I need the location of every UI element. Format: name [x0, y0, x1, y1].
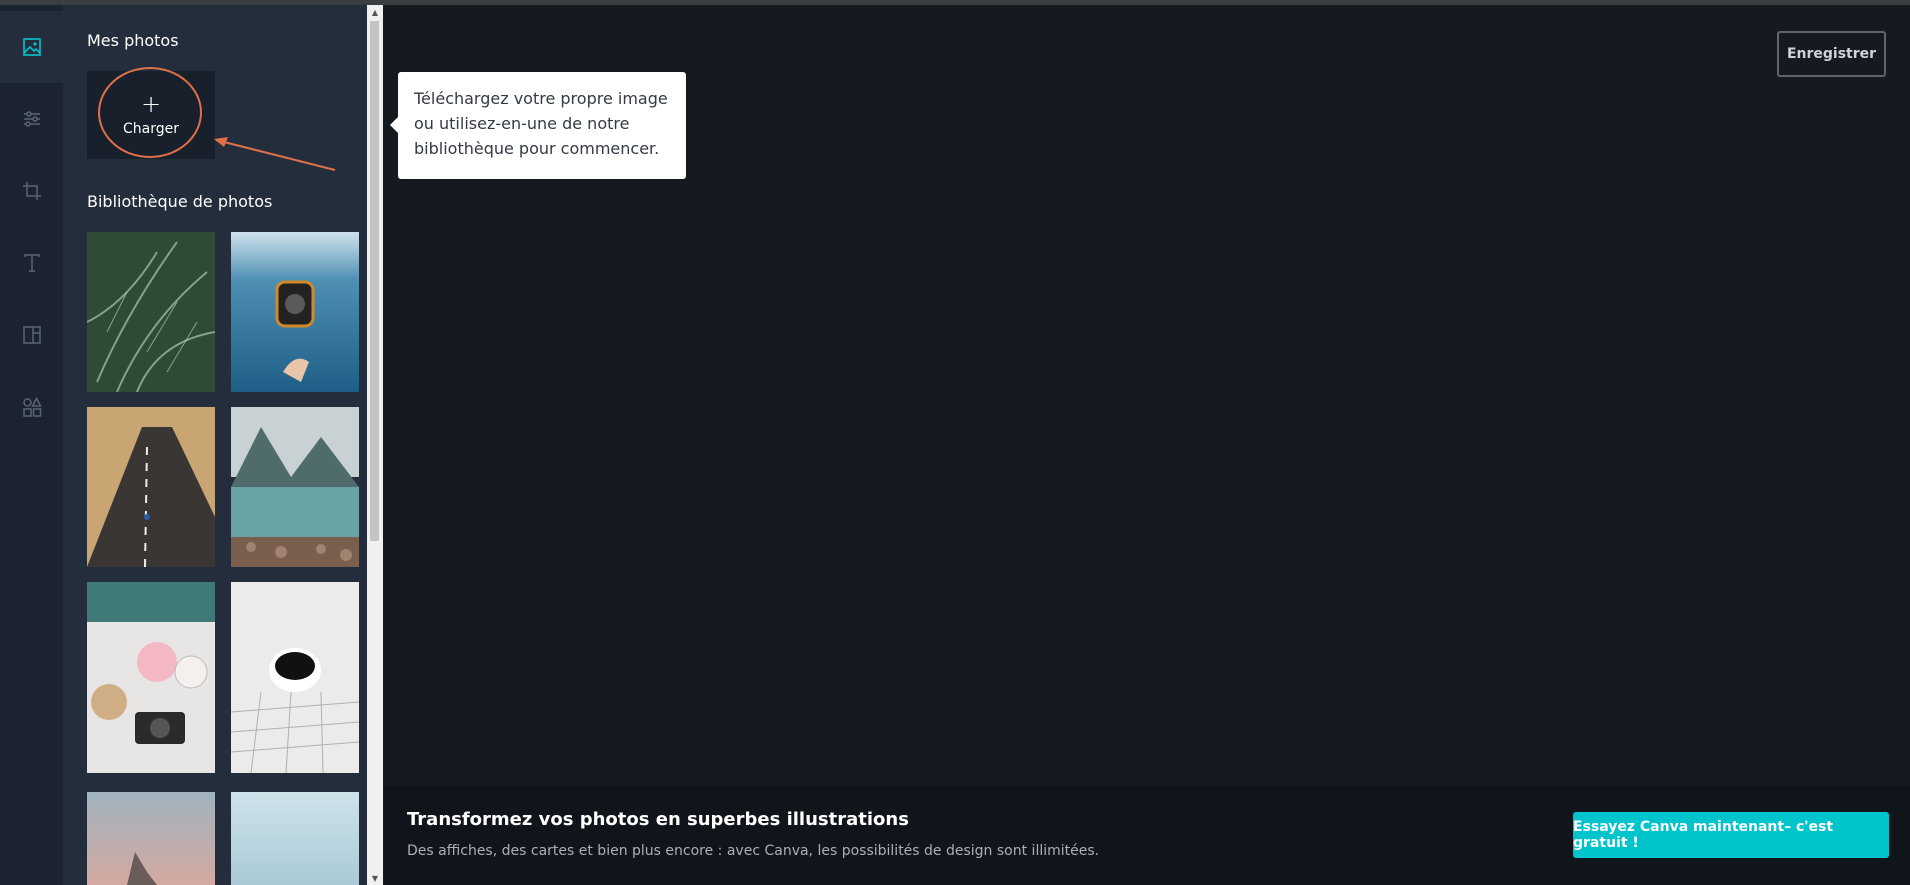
adjust-sliders-icon — [23, 111, 40, 127]
rail-item-frame[interactable] — [0, 299, 63, 371]
promo-footer: Transformez vos photos en superbes illus… — [384, 785, 1910, 885]
shapes-icon — [22, 396, 42, 417]
promo-title: Transformez vos photos en superbes illus… — [407, 809, 909, 830]
save-button[interactable]: Enregistrer — [1777, 31, 1886, 77]
scrollbar-thumb[interactable] — [370, 21, 379, 541]
tool-rail — [0, 5, 63, 885]
coffee-camera-flowers-photo[interactable] — [87, 582, 215, 773]
promo-subtitle: Des affiches, des cartes et bien plus en… — [407, 843, 1100, 859]
frame-icon — [22, 326, 41, 344]
my-photos-title: Mes photos — [87, 31, 179, 50]
upload-label: Charger — [123, 121, 179, 137]
camera-in-water-photo[interactable] — [231, 232, 359, 392]
plus-icon: + — [140, 90, 162, 118]
photos-icon — [22, 38, 41, 56]
photo-library-title: Bibliothèque de photos — [87, 192, 273, 211]
sky-photo[interactable] — [231, 792, 359, 885]
tooltip-line-3: bibliothèque pour commencer. — [414, 139, 660, 158]
upload-hint-tooltip: Téléchargez votre propre image ou utilis… — [390, 72, 686, 179]
panel-scrollbar[interactable]: ▲ ▼ — [367, 5, 383, 885]
scroll-up-icon[interactable]: ▲ — [367, 5, 383, 19]
desert-road-photo[interactable] — [87, 407, 215, 567]
photos-panel: Mes photos + Charger Bibliothèque de pho… — [63, 5, 367, 885]
tooltip-line-1: Téléchargez votre propre image — [414, 89, 668, 108]
rail-item-adjust[interactable] — [0, 83, 63, 155]
coffee-cup-photo[interactable] — [231, 582, 359, 773]
sunset-clouds-photo[interactable] — [87, 792, 215, 885]
text-icon — [23, 254, 40, 272]
mountain-lake-photo[interactable] — [231, 407, 359, 567]
rail-item-shapes[interactable] — [0, 371, 63, 443]
tooltip-line-2: ou utilisez-en-une de notre — [414, 114, 630, 133]
crop-icon — [22, 182, 41, 200]
scroll-down-icon[interactable]: ▼ — [367, 871, 383, 885]
rail-item-crop[interactable] — [0, 155, 63, 227]
try-canva-button[interactable]: Essayez Canva maintenant– c'est gratuit … — [1573, 812, 1889, 858]
rail-item-text[interactable] — [0, 227, 63, 299]
upload-button[interactable]: + Charger — [87, 71, 215, 159]
palm-leaves-photo[interactable] — [87, 232, 215, 392]
rail-item-photos[interactable] — [0, 11, 63, 83]
